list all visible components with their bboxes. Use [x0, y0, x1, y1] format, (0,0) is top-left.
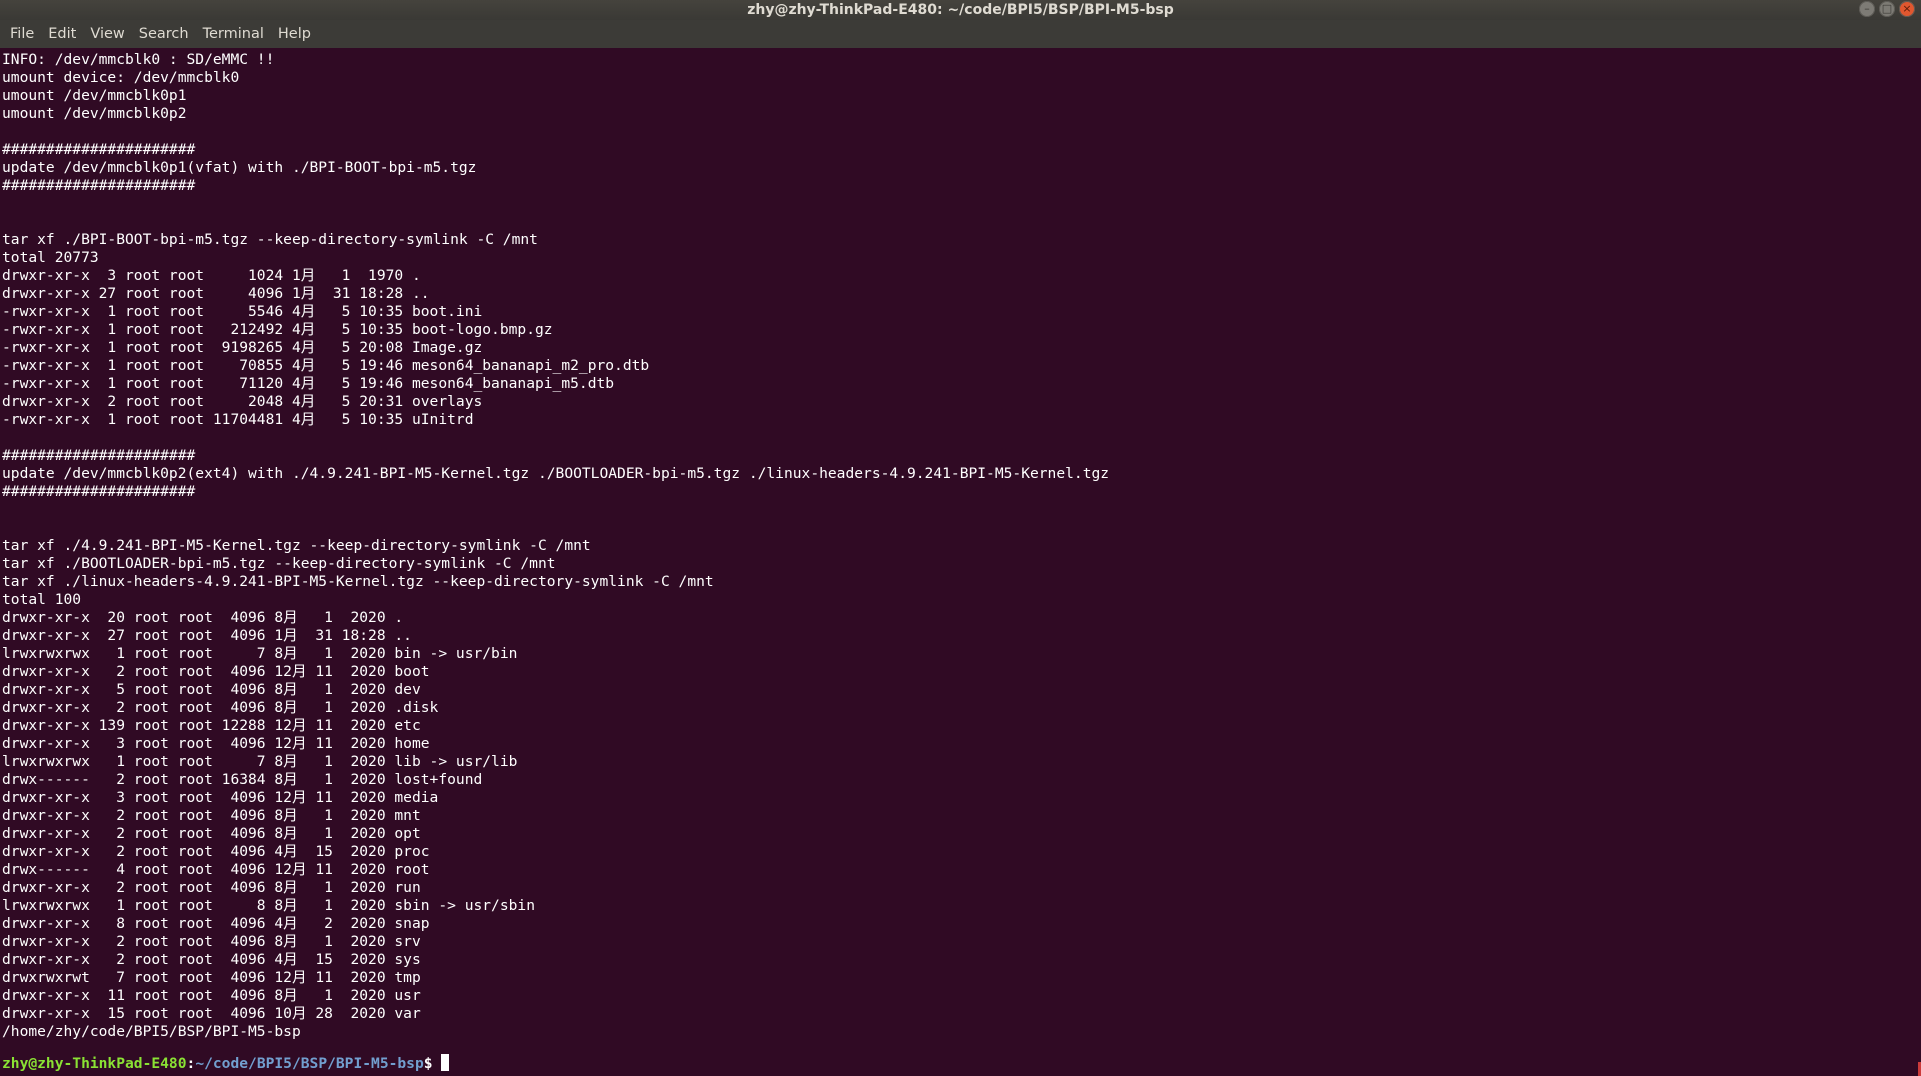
shell-prompt: zhy@zhy-ThinkPad-E480:~/code/BPI5/BSP/BP…: [2, 1054, 449, 1073]
window-title: zhy@zhy-ThinkPad-E480: ~/code/BPI5/BSP/B…: [747, 2, 1174, 18]
terminal-area[interactable]: INFO: /dev/mmcblk0 : SD/eMMC !! umount d…: [0, 48, 1921, 1076]
prompt-separator: :: [186, 1055, 196, 1072]
menu-bar: File Edit View Search Terminal Help: [0, 20, 1921, 48]
prompt-symbol: $: [423, 1055, 433, 1072]
terminal-output: INFO: /dev/mmcblk0 : SD/eMMC !! umount d…: [2, 51, 1110, 1040]
menu-view[interactable]: View: [88, 26, 126, 42]
menu-file[interactable]: File: [8, 26, 36, 42]
menu-edit[interactable]: Edit: [46, 26, 78, 42]
title-bar: zhy@zhy-ThinkPad-E480: ~/code/BPI5/BSP/B…: [0, 0, 1921, 20]
menu-search[interactable]: Search: [137, 26, 191, 42]
menu-terminal[interactable]: Terminal: [201, 26, 266, 42]
close-button[interactable]: ×: [1899, 1, 1915, 17]
window-controls: – □ ×: [1859, 1, 1915, 17]
text-cursor[interactable]: [440, 1054, 449, 1071]
minimize-button[interactable]: –: [1859, 1, 1875, 17]
prompt-path: ~/code/BPI5/BSP/BPI-M5-bsp: [195, 1055, 424, 1072]
menu-help[interactable]: Help: [276, 26, 313, 42]
maximize-button[interactable]: □: [1879, 1, 1895, 17]
prompt-user-host: zhy@zhy-ThinkPad-E480: [2, 1055, 187, 1072]
